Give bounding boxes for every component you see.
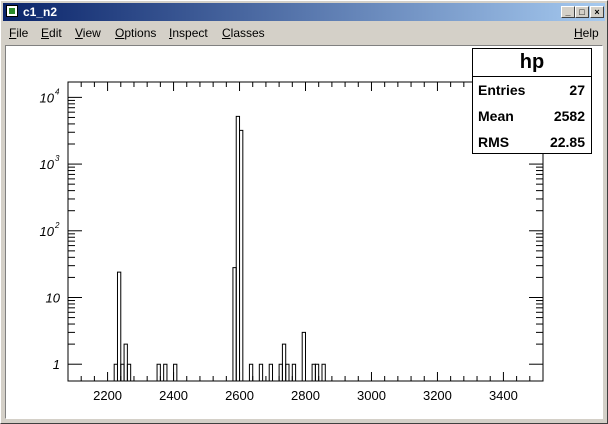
x-tick-label: 3200 bbox=[423, 388, 452, 403]
y-tick-label: 10 bbox=[40, 157, 55, 172]
histogram-bin bbox=[258, 363, 264, 381]
stats-histogram-name: hp bbox=[473, 49, 591, 77]
stats-rms-value: 22.85 bbox=[549, 134, 585, 150]
histogram-bin bbox=[248, 363, 254, 381]
histogram-bin bbox=[285, 363, 290, 381]
menu-help-mnemonic: H bbox=[574, 26, 583, 40]
y-tick-label: 1 bbox=[53, 357, 60, 372]
stats-row-entries: Entries 27 bbox=[473, 77, 591, 103]
y-tick-exponent: 3 bbox=[55, 154, 60, 163]
x-tick-label: 3000 bbox=[357, 388, 386, 403]
stats-entries-label: Entries bbox=[478, 82, 526, 98]
menu-view-mnemonic: V bbox=[75, 26, 83, 40]
menu-help[interactable]: Help bbox=[574, 26, 599, 40]
menu-file[interactable]: File bbox=[9, 26, 28, 40]
histogram-bin bbox=[163, 363, 168, 381]
y-tick-exponent: 2 bbox=[54, 221, 60, 230]
root-window: c1_n2 _ □ × File Edit View Options Inspe… bbox=[0, 0, 608, 424]
minimize-button[interactable]: _ bbox=[561, 6, 575, 18]
x-tick-label: 2200 bbox=[93, 388, 122, 403]
histogram-bin bbox=[239, 129, 244, 381]
x-tick-label: 2400 bbox=[159, 388, 188, 403]
stats-rms-label: RMS bbox=[478, 134, 510, 150]
plot-canvas[interactable]: 2200 2400 2600 2800 3000 3200 3400 1 10 10 2 10 3 10 4… bbox=[5, 45, 603, 419]
menu-options[interactable]: Options bbox=[115, 26, 156, 40]
histogram-bin bbox=[268, 363, 274, 381]
x-tick-label: 2800 bbox=[291, 388, 320, 403]
menu-view[interactable]: View bbox=[75, 26, 101, 40]
menu-inspect-label: nspect bbox=[172, 26, 208, 40]
histogram-bin bbox=[301, 331, 306, 381]
stats-mean-value: 2582 bbox=[553, 108, 585, 124]
histogram-bin bbox=[321, 363, 326, 381]
menu-classes-mnemonic: C bbox=[222, 26, 231, 40]
stats-box[interactable]: hp Entries 27 Mean 2582 RMS 22.85 bbox=[472, 48, 592, 154]
stats-entries-value: 27 bbox=[569, 82, 585, 98]
close-button[interactable]: × bbox=[590, 6, 604, 18]
stats-mean-label: Mean bbox=[478, 108, 514, 124]
histogram-bin bbox=[291, 363, 297, 381]
histogram-bin bbox=[156, 363, 161, 381]
y-tick-label: 10 bbox=[40, 90, 55, 105]
histogram-bin bbox=[173, 363, 178, 381]
menu-bar: File Edit View Options Inspect Classes H… bbox=[3, 23, 605, 43]
histogram-bin bbox=[126, 363, 132, 381]
menu-edit-mnemonic: E bbox=[41, 26, 50, 40]
x-tick-label: 2600 bbox=[225, 388, 254, 403]
menu-edit-label: dit bbox=[49, 26, 62, 40]
app-icon bbox=[6, 5, 18, 17]
menu-classes-label: lasses bbox=[230, 26, 265, 40]
y-tick-label: 10 bbox=[46, 290, 61, 305]
menu-view-label: iew bbox=[82, 26, 101, 40]
y-tick-label: 10 bbox=[40, 224, 55, 239]
maximize-button[interactable]: □ bbox=[575, 6, 589, 18]
title-bar[interactable]: c1_n2 _ □ × bbox=[3, 3, 605, 21]
menu-help-label: elp bbox=[582, 26, 599, 40]
menu-options-label: ptions bbox=[124, 26, 157, 40]
menu-options-mnemonic: O bbox=[115, 26, 125, 40]
stats-row-rms: RMS 22.85 bbox=[473, 129, 591, 155]
menu-classes[interactable]: Classes bbox=[222, 26, 265, 40]
y-tick-exponent: 4 bbox=[55, 87, 60, 96]
menu-edit[interactable]: Edit bbox=[41, 26, 62, 40]
histogram-bin bbox=[314, 363, 320, 381]
stats-row-mean: Mean 2582 bbox=[473, 103, 591, 129]
x-tick-label: 3400 bbox=[489, 388, 518, 403]
menu-inspect[interactable]: Inspect bbox=[169, 26, 208, 40]
menu-file-label: ile bbox=[16, 26, 29, 40]
window-title: c1_n2 bbox=[23, 5, 58, 19]
